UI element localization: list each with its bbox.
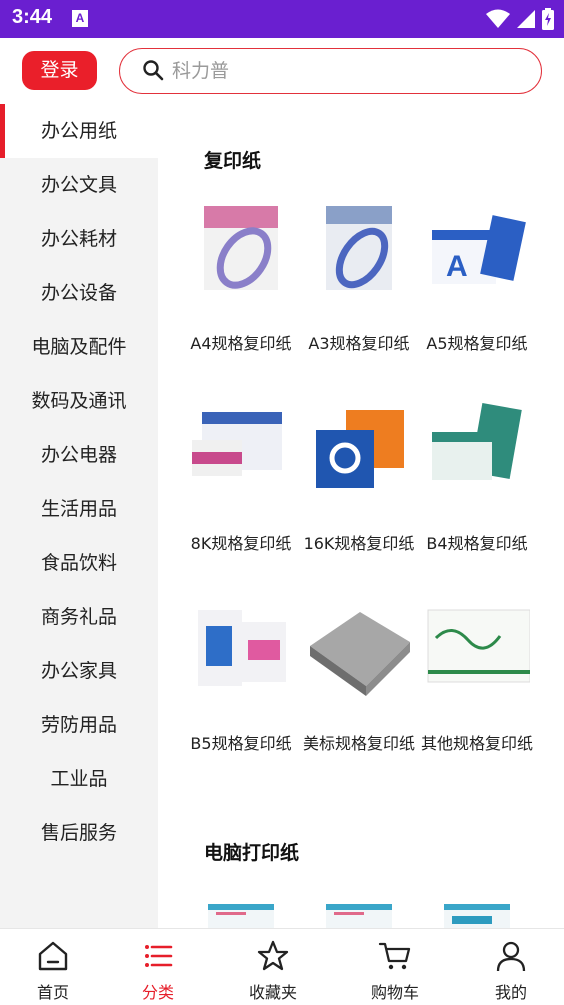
nav-home[interactable]: 首页	[3, 929, 103, 1005]
sidebar-item-label: 办公耗材	[40, 228, 117, 250]
product-name: A5规格复印纸	[426, 334, 528, 353]
nav-profile[interactable]: 我的	[461, 929, 561, 1005]
product-name: A4规格复印纸	[190, 334, 292, 353]
bottom-navigation: 首页 分类 收藏夹 购物车 我的	[0, 928, 564, 1004]
product-thumbnail	[208, 904, 274, 928]
login-button[interactable]: 登录	[22, 51, 97, 90]
sidebar-item-label: 办公文具	[40, 174, 117, 196]
search-bar[interactable]	[119, 48, 542, 94]
sidebar-item-digital[interactable]: 数码及通讯	[0, 374, 158, 428]
product-item[interactable]: B5规格复印纸	[182, 596, 300, 757]
product-name: B5规格复印纸	[190, 734, 292, 753]
sidebar-item-office-equipment[interactable]: 办公设备	[0, 266, 158, 320]
product-item[interactable]: A3规格复印纸	[300, 196, 418, 357]
sidebar-item-furniture[interactable]: 办公家具	[0, 644, 158, 698]
search-input[interactable]	[172, 56, 522, 86]
sidebar-item-label: 食品饮料	[40, 552, 117, 574]
product-thumbnail	[432, 403, 522, 480]
sidebar-item-gifts[interactable]: 商务礼品	[0, 590, 158, 644]
nav-favorites[interactable]: 收藏夹	[223, 929, 323, 1005]
section-title: 复印纸	[204, 150, 262, 172]
product-thumbnail	[444, 904, 510, 928]
product-item[interactable]: A A5规格复印纸	[418, 196, 536, 357]
sidebar-item-industrial[interactable]: 工业品	[0, 752, 158, 806]
product-thumbnail	[326, 206, 392, 290]
sidebar-item-label: 数码及通讯	[31, 390, 127, 412]
status-icons	[486, 8, 554, 30]
sidebar-item-label: 办公用纸	[40, 120, 117, 142]
product-thumbnail	[198, 610, 286, 686]
notification-icon: A	[72, 10, 88, 27]
nav-label: 首页	[36, 983, 69, 1002]
search-icon	[143, 60, 164, 81]
sidebar-item-office-paper[interactable]: 办公用纸	[0, 104, 158, 158]
product-name: 8K规格复印纸	[190, 534, 292, 553]
sidebar-item-label: 办公家具	[40, 660, 117, 682]
sidebar-item-after-sales[interactable]: 售后服务	[0, 806, 158, 860]
category-content: 复印纸 A4规格复印纸 A3规格复印纸 A A5规格复印纸 8K规格复印纸 16…	[158, 104, 564, 928]
person-icon	[496, 941, 526, 972]
product-name: 美标规格复印纸	[302, 734, 415, 753]
cart-icon	[378, 942, 411, 970]
product-thumbnail	[192, 412, 282, 476]
sidebar-item-label: 生活用品	[40, 498, 117, 520]
nav-cart[interactable]: 购物车	[345, 929, 445, 1005]
sidebar-item-computers[interactable]: 电脑及配件	[0, 320, 158, 374]
product-thumbnail	[310, 612, 410, 696]
product-thumbnail	[204, 206, 278, 290]
sidebar-item-stationery[interactable]: 办公文具	[0, 158, 158, 212]
product-thumbnail	[427, 609, 531, 683]
sidebar-item-label: 工业品	[50, 768, 108, 790]
sidebar-item-food[interactable]: 食品饮料	[0, 536, 158, 590]
product-thumbnail: A	[432, 215, 526, 284]
sidebar-item-label: 售后服务	[40, 822, 117, 844]
product-thumbnail	[316, 410, 404, 488]
sidebar-item-label: 劳防用品	[40, 714, 117, 736]
sidebar-item-protective[interactable]: 劳防用品	[0, 698, 158, 752]
product-item[interactable]	[300, 896, 418, 928]
product-name: 16K规格复印纸	[303, 534, 415, 553]
svg-text:A: A	[446, 250, 468, 283]
product-name: A3规格复印纸	[308, 334, 410, 353]
nav-label: 购物车	[370, 983, 419, 1002]
section-title: 电脑打印纸	[204, 842, 300, 864]
status-time: 3:44	[12, 6, 53, 28]
home-icon	[38, 941, 68, 971]
sidebar-item-daily-goods[interactable]: 生活用品	[0, 482, 158, 536]
sidebar-item-label: 办公电器	[40, 444, 117, 466]
nav-category[interactable]: 分类	[108, 929, 208, 1005]
sidebar-item-label: 电脑及配件	[31, 336, 127, 358]
product-item[interactable]: 其他规格复印纸	[418, 596, 536, 757]
sidebar-item-label: 办公设备	[40, 282, 117, 304]
product-item[interactable]: 美标规格复印纸	[300, 596, 418, 757]
product-name: B4规格复印纸	[426, 534, 528, 553]
product-name: 其他规格复印纸	[420, 734, 533, 753]
product-item[interactable]	[418, 896, 536, 928]
nav-label: 分类	[141, 983, 174, 1002]
wifi-icon	[486, 9, 510, 28]
product-item[interactable]	[182, 896, 300, 928]
product-thumbnail	[326, 904, 392, 928]
product-item[interactable]: 16K规格复印纸	[300, 396, 418, 557]
category-sidebar: 办公用纸 办公文具 办公耗材 办公设备 电脑及配件 数码及通讯 办公电器 生活用…	[0, 104, 158, 928]
category-list-icon	[145, 945, 173, 967]
star-icon	[257, 940, 289, 971]
top-bar: 登录	[0, 38, 564, 104]
sidebar-item-appliances[interactable]: 办公电器	[0, 428, 158, 482]
product-item[interactable]: 8K规格复印纸	[182, 396, 300, 557]
nav-label: 收藏夹	[248, 983, 297, 1002]
product-item[interactable]: A4规格复印纸	[182, 196, 300, 357]
sidebar-item-label: 商务礼品	[40, 606, 117, 628]
signal-icon	[517, 10, 535, 28]
battery-icon	[542, 8, 554, 30]
product-item[interactable]: B4规格复印纸	[418, 396, 536, 557]
sidebar-item-consumables[interactable]: 办公耗材	[0, 212, 158, 266]
status-bar: 3:44 A	[0, 0, 564, 38]
nav-label: 我的	[494, 983, 527, 1002]
